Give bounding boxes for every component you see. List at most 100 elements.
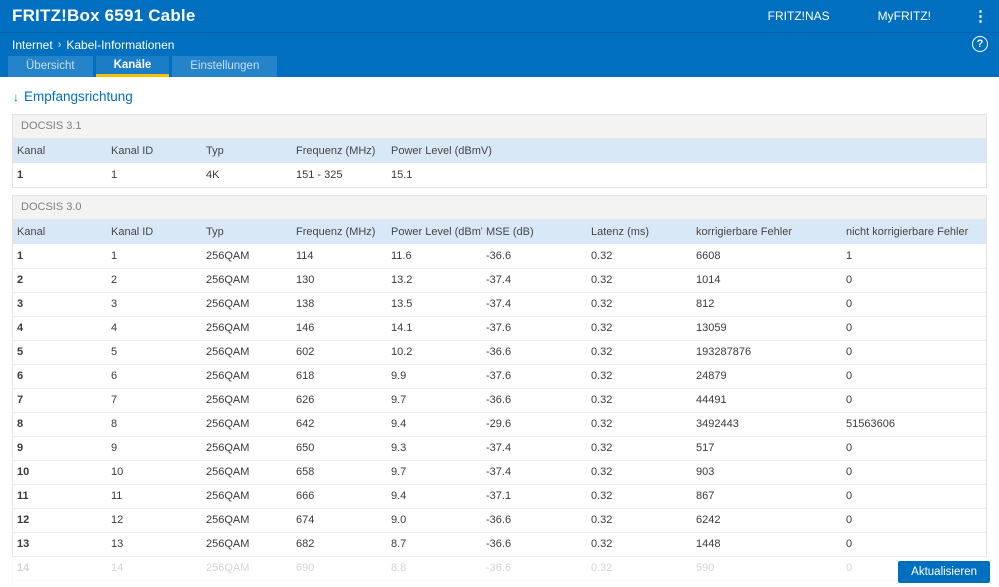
docsis30-header-row: Kanal Kanal ID Typ Frequenz (MHz) Power Leve…: [13, 220, 986, 244]
table-cell: 3: [13, 291, 107, 316]
column-header: Typ: [202, 220, 292, 244]
tab-uebersicht[interactable]: Übersicht: [8, 56, 93, 77]
table-cell: 1014: [692, 267, 842, 292]
table-cell: 11: [13, 483, 107, 508]
docsis31-table: Kanal Kanal ID Typ Frequenz (MHz) Power Leve…: [13, 139, 986, 187]
table-cell: 0: [842, 363, 986, 388]
table-cell: 1448: [692, 531, 842, 556]
column-header: Kanal ID: [107, 220, 202, 244]
table-cell: 3492443: [692, 411, 842, 436]
table-cell: 4K: [206, 169, 220, 181]
table-cell: 114: [296, 249, 314, 262]
table-cell: 151 - 325: [296, 169, 343, 181]
help-icon[interactable]: ?: [972, 36, 988, 52]
table-row: 6 6 256QAM 618 9.9 -37.6 0.32 24879 0: [13, 363, 986, 388]
breadcrumb-page-title: Kabel-Informationen: [66, 37, 175, 52]
table-cell: 13: [13, 531, 107, 556]
table-cell: 138: [292, 291, 387, 316]
table-row: 8 8 256QAM 642 9.4 -29.6 0.32 3492443 51563606: [13, 411, 986, 436]
table-cell: 0.32: [587, 291, 692, 316]
table-cell: -37.4: [482, 435, 587, 460]
table-cell: 256QAM: [202, 507, 292, 532]
table-cell: 256QAM: [202, 459, 292, 484]
table-cell: -36.6: [486, 249, 512, 262]
docsis30-table: Kanal Kanal ID Typ Frequenz (MHz) Power Leve…: [13, 220, 986, 587]
table-cell: 0: [842, 507, 986, 532]
table-cell: 256QAM: [206, 249, 250, 262]
table-cell: -37.4: [482, 459, 587, 484]
table-cell: 0: [842, 339, 986, 364]
table-cell: 256QAM: [202, 435, 292, 460]
table-cell: 8.7: [387, 531, 482, 556]
table-cell: 12: [13, 507, 107, 532]
table-cell: 0.32: [587, 483, 692, 508]
table-cell: 0: [842, 531, 986, 556]
table-cell: -37.4: [482, 291, 587, 316]
docsis31-section-title: DOCSIS 3.1: [13, 115, 986, 139]
tab-einstellungen[interactable]: Einstellungen: [172, 56, 278, 77]
column-header: Kanal ID: [107, 139, 202, 163]
table-cell: 1: [111, 249, 118, 262]
table-cell: 5: [13, 339, 107, 364]
downstream-section-heading: ↓ Empfangsrichtung: [13, 89, 999, 104]
table-cell: 8: [107, 411, 202, 436]
table-row: 11 11 256QAM 666 9.4 -37.1 0.32 867 0: [13, 483, 986, 508]
table-cell: 658: [292, 459, 387, 484]
kebab-menu-icon[interactable]: ⋮: [973, 9, 988, 24]
table-cell: 5: [107, 339, 202, 364]
tab-bar: Übersicht Kanäle Einstellungen: [0, 56, 999, 77]
column-header: korrigierbare Fehler: [692, 220, 842, 244]
table-cell: 0: [842, 459, 986, 484]
table-cell: 256QAM: [202, 291, 292, 316]
tab-kanaele[interactable]: Kanäle: [95, 56, 170, 77]
table-cell: -29.6: [482, 411, 587, 436]
column-header: Kanal: [13, 139, 107, 163]
table-cell: 602: [292, 339, 387, 364]
column-header: Frequenz (MHz): [292, 220, 387, 244]
table-cell: 9.7: [387, 459, 482, 484]
table-cell: 626: [292, 387, 387, 412]
table-cell: 9.0: [387, 507, 482, 532]
table-cell: 0.32: [587, 363, 692, 388]
column-header: Kanal: [13, 220, 107, 244]
table-cell: 11.6: [391, 249, 412, 262]
table-cell: 0.32: [587, 411, 692, 436]
table-cell: -37.1: [482, 483, 587, 508]
table-cell: 6: [13, 363, 107, 388]
table-cell: 642: [292, 411, 387, 436]
breadcrumb-internet[interactable]: Internet: [12, 38, 53, 52]
table-cell: 666: [292, 483, 387, 508]
table-cell: 0.32: [587, 267, 692, 292]
refresh-button[interactable]: Aktualisieren: [898, 561, 990, 583]
table-cell: 0.32: [587, 531, 692, 556]
table-cell: 650: [292, 435, 387, 460]
table-cell: 1: [111, 169, 118, 181]
table-cell: 9.9: [387, 363, 482, 388]
docsis30-section-title: DOCSIS 3.0: [13, 196, 986, 220]
table-cell: 903: [692, 459, 842, 484]
table-row: 2 2 256QAM 130 13.2 -37.4 0.32 1014 0: [13, 267, 986, 292]
table-cell: 8: [13, 411, 107, 436]
table-cell: 13059: [692, 315, 842, 340]
table-cell: 256QAM: [202, 315, 292, 340]
column-header: MSE (dB): [482, 220, 587, 244]
table-cell: 7: [13, 387, 107, 412]
table-cell: 674: [292, 507, 387, 532]
table-cell: -36.6: [482, 531, 587, 556]
table-cell: 0: [842, 267, 986, 292]
table-cell: 9.7: [387, 387, 482, 412]
downstream-arrow-icon: ↓: [13, 90, 19, 104]
table-cell: 812: [692, 291, 842, 316]
main-content: ↓ Empfangsrichtung DOCSIS 3.1 Kanal Kanal …: [0, 77, 999, 587]
column-header: nicht korrigierbare Fehler: [842, 220, 986, 244]
table-cell: 9.4: [387, 483, 482, 508]
fritznas-link[interactable]: FRITZ!NAS: [768, 9, 830, 23]
table-cell: -37.6: [482, 315, 587, 340]
myfritz-link[interactable]: MyFRITZ!: [878, 9, 931, 23]
table-row: 9 9 256QAM 650 9.3 -37.4 0.32 517 0: [13, 435, 986, 460]
table-cell: 256QAM: [202, 267, 292, 292]
table-cell: 0.32: [587, 435, 692, 460]
table-cell: 13.5: [387, 291, 482, 316]
table-row: 12 12 256QAM 674 9.0 -36.6 0.32 6242 0: [13, 507, 986, 532]
table-cell: 0: [842, 387, 986, 412]
